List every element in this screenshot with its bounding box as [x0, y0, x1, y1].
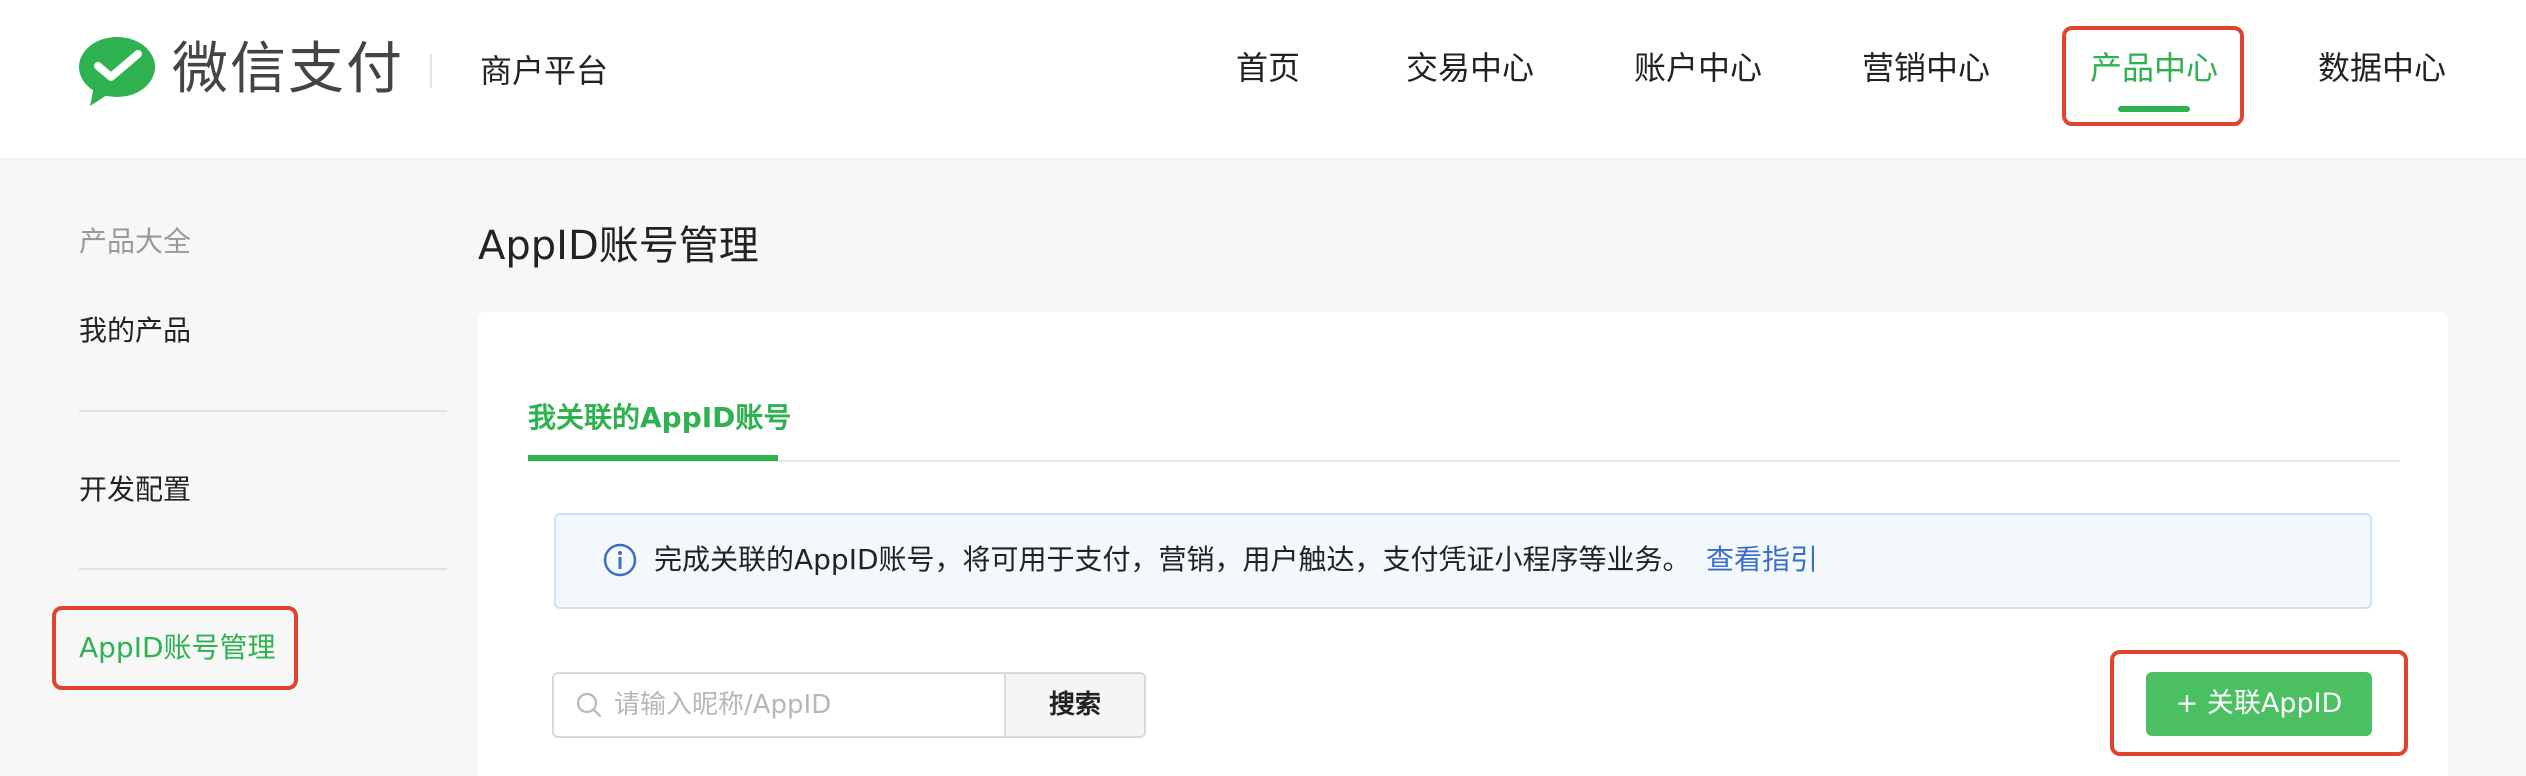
notice-text: 完成关联的AppID账号，将可用于支付，营销，用户触达，支付凭证小程序等业务。 — [654, 543, 1691, 576]
sidebar-section-title: 产品大全 — [79, 225, 192, 258]
tab-divider — [528, 460, 2400, 462]
platform-name: 商户平台 — [480, 52, 609, 90]
nav-data-center[interactable]: 数据中心 — [2318, 46, 2446, 90]
brand-divider — [430, 54, 432, 88]
sidebar-divider — [79, 410, 447, 412]
brand-name: 微信支付 — [172, 37, 404, 102]
search-button[interactable]: 搜索 — [1004, 672, 1146, 738]
sidebar-divider — [79, 568, 447, 570]
annotation-sidebar-appid — [52, 606, 298, 690]
tab-active-indicator — [528, 455, 778, 461]
nav-home[interactable]: 首页 — [1236, 46, 1300, 90]
view-guide-link[interactable]: 查看指引 — [1706, 538, 1818, 582]
wechat-pay-logo — [79, 37, 155, 106]
nav-marketing-center[interactable]: 营销中心 — [1862, 46, 1990, 90]
search-input[interactable] — [614, 674, 1002, 736]
annotation-nav-product-center — [2062, 26, 2244, 126]
annotation-add-appid — [2110, 650, 2408, 756]
nav-trade-center[interactable]: 交易中心 — [1406, 46, 1534, 90]
nav-account-center[interactable]: 账户中心 — [1634, 46, 1762, 90]
tab-linked-appids[interactable]: 我关联的AppID账号 — [528, 398, 791, 438]
info-icon — [603, 543, 637, 577]
page-title: AppID账号管理 — [478, 223, 759, 269]
sidebar-item-dev-config[interactable]: 开发配置 — [79, 470, 191, 510]
search-icon — [576, 692, 602, 718]
sidebar-item-my-products[interactable]: 我的产品 — [79, 311, 191, 351]
